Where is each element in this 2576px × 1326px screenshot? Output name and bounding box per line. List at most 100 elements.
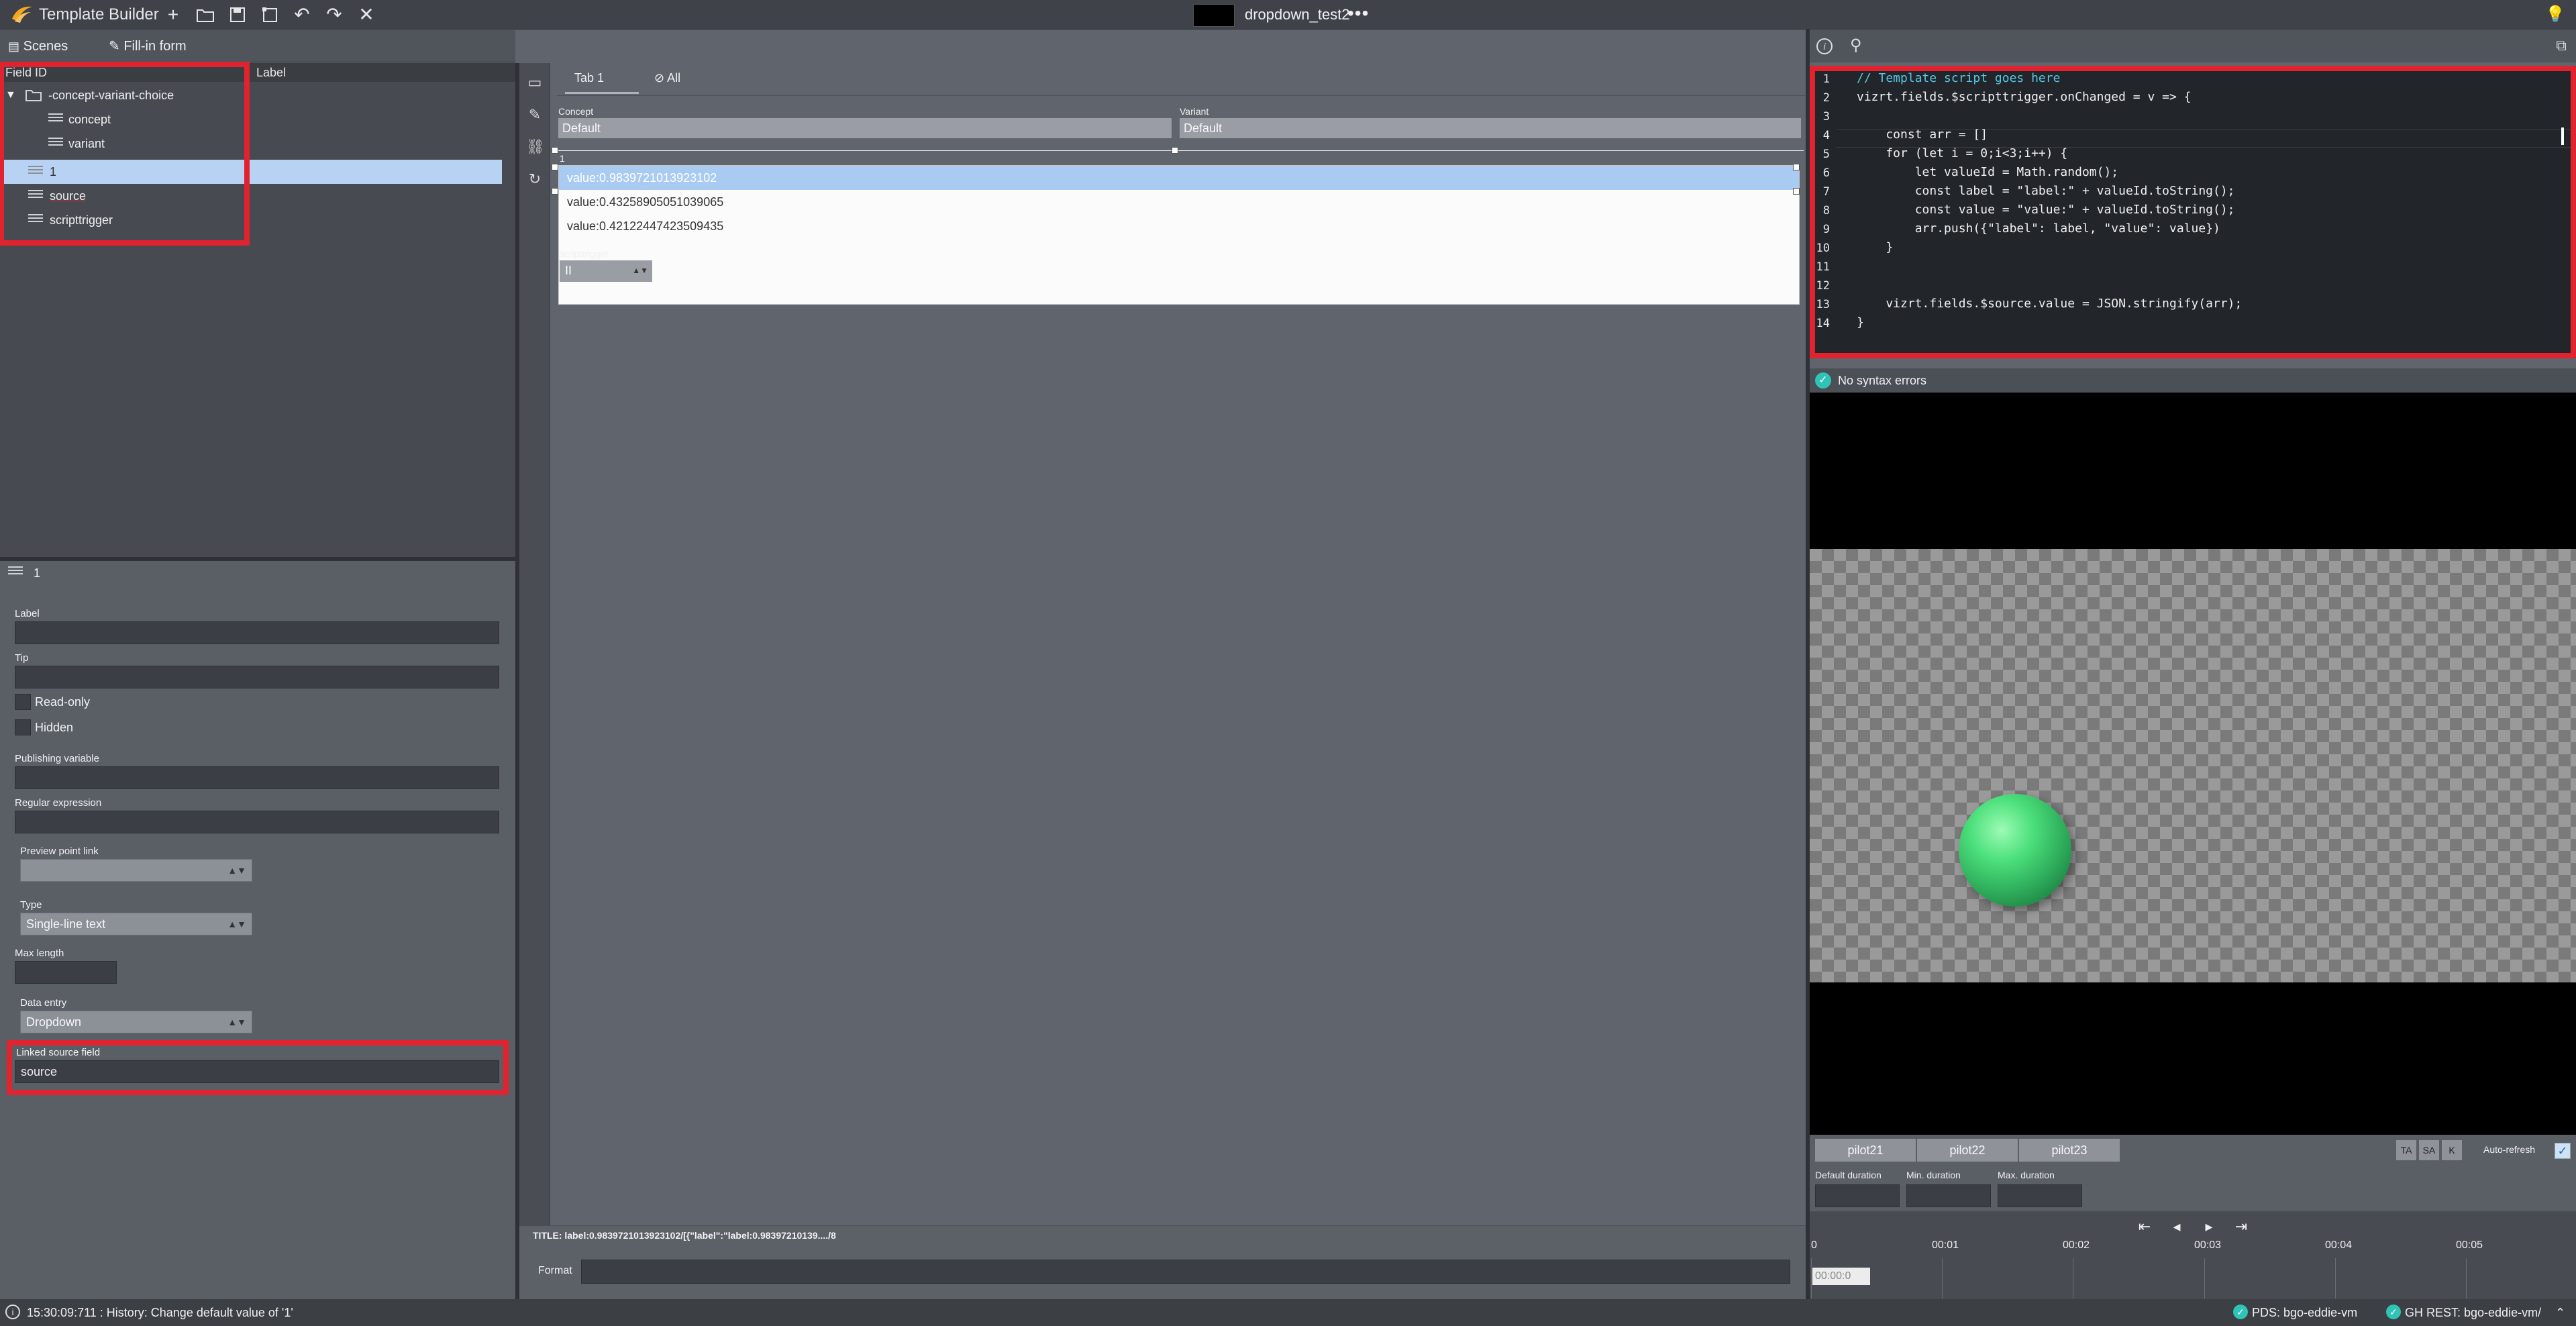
refresh-icon[interactable]: ↻ (526, 170, 544, 188)
scenes-button[interactable]: ▤ Scenes (8, 36, 68, 57)
check-icon: ✓ (1815, 372, 1831, 389)
readonly-checkbox[interactable] (15, 694, 31, 710)
script-editor[interactable]: 1 2 3 4 5 6 7 8 9 10 11 12 13 14 // Temp… (1810, 66, 2576, 358)
layout-icon[interactable]: ▭ (526, 74, 544, 91)
max-length-label: Max length (15, 948, 64, 959)
resize-handle[interactable] (552, 164, 558, 170)
max-duration-input[interactable] (1998, 1184, 2082, 1207)
play-icon[interactable]: ▸ (2198, 1217, 2220, 1237)
link-icon[interactable]: ⛓ (526, 138, 545, 156)
select-arrows-icon: ▲▼ (227, 865, 246, 876)
tab-1[interactable]: Tab 1 (565, 67, 639, 94)
resize-handle[interactable] (1172, 147, 1178, 154)
timeline-tick: 00:03 (2194, 1239, 2222, 1251)
timeline-gridline (2335, 1258, 2336, 1298)
form-tool-column: ▭ ✎ ⛓ ↻ (519, 63, 550, 1231)
tab-all[interactable]: ⊘ All (654, 67, 721, 94)
open-folder-icon[interactable] (193, 3, 217, 27)
pilot-button[interactable]: pilot22 (1917, 1139, 2018, 1162)
select-arrows-icon: ▲▼ (227, 1017, 246, 1027)
scene-preview[interactable] (1810, 393, 2576, 1135)
default-duration-input[interactable] (1815, 1184, 1900, 1207)
pilot-button[interactable]: pilot23 (2019, 1139, 2120, 1162)
label-header[interactable]: Label (256, 63, 286, 82)
pilot-bar: pilot21 pilot22 pilot23 TA SA K Auto-ref… (1810, 1135, 2576, 1164)
info-icon[interactable]: i (5, 1305, 20, 1319)
eye-slash-icon: ⊘ (654, 71, 665, 85)
more-options-button[interactable]: ••• (1347, 3, 1369, 24)
type-value: Single-line text (26, 917, 106, 931)
hidden-label: Hidden (35, 721, 74, 734)
save-icon[interactable] (225, 3, 250, 27)
field-properties: 1 Label Tip Read-only Hidden Publishing … (0, 561, 515, 1299)
close-icon[interactable]: ✕ (354, 3, 378, 27)
status-bar: i 15:30:09:711 : History: Change default… (0, 1299, 2576, 1326)
lightbulb-icon[interactable]: 💡 (2543, 3, 2567, 27)
collapse-up-icon[interactable]: ⌃ (2555, 1305, 2565, 1321)
resize-handle[interactable] (552, 147, 558, 154)
fill-in-form-button[interactable]: ✎ Fill-in form (109, 36, 187, 57)
type-label: Type (20, 899, 42, 911)
data-entry-value: Dropdown (26, 1015, 82, 1029)
min-duration-input[interactable] (1906, 1184, 1991, 1207)
step-back-icon[interactable]: ◂ (2165, 1217, 2188, 1237)
type-select[interactable]: Single-line text ▲▼ (20, 913, 252, 935)
dropdown-list[interactable]: value:0.9839721013923102 value:0.4325890… (558, 165, 1800, 305)
concept-select[interactable]: Default (558, 118, 1172, 138)
preview-point-link-select[interactable]: ▲▼ (20, 859, 252, 882)
new-icon[interactable]: + (161, 3, 185, 27)
publishing-variable-input[interactable] (15, 766, 499, 789)
undo-icon[interactable]: ↶ (290, 3, 314, 27)
go-to-end-icon[interactable]: ⇥ (2230, 1217, 2253, 1237)
scripttrigger-select[interactable]: II ▲▼ (560, 260, 652, 282)
regular-expression-input[interactable] (15, 811, 499, 833)
linked-source-field-input[interactable]: source (15, 1060, 499, 1083)
check-icon: ✓ (2233, 1305, 2248, 1319)
variant-select[interactable]: Default (1180, 118, 1801, 138)
title-preview-line: TITLE: label:0.9839721013923102/[{"label… (533, 1230, 836, 1241)
pds-status[interactable]: PDS: bgo-eddie-vm (2252, 1305, 2357, 1321)
k-button[interactable]: K (2442, 1140, 2462, 1160)
label-input[interactable] (15, 621, 499, 644)
pilot-button[interactable]: pilot21 (1815, 1139, 1916, 1162)
redo-icon[interactable]: ↷ (322, 3, 346, 27)
hidden-checkbox[interactable] (15, 719, 31, 735)
resize-handle[interactable] (552, 188, 558, 195)
linked-source-field-label: Linked source field (16, 1047, 101, 1058)
auto-refresh-checkbox[interactable]: ✓ (2555, 1143, 2571, 1159)
properties-heading: 1 (34, 566, 41, 580)
scenes-label: Scenes (23, 39, 68, 54)
tip-input[interactable] (15, 666, 499, 688)
regular-expression-label: Regular expression (15, 797, 102, 809)
default-duration-label: Default duration (1815, 1170, 1882, 1180)
dropdown-option[interactable]: value:0.42122447423509435 (559, 214, 1799, 238)
document-title: dropdown_test2 (1245, 6, 1350, 23)
scene-thumbnail (1193, 4, 1235, 27)
timeline-tick: 00:04 (2325, 1239, 2353, 1251)
tab-all-label: All (667, 71, 681, 85)
edit-form-icon[interactable]: ✎ (526, 106, 544, 123)
timeline-gridline (1942, 1258, 1943, 1298)
format-input[interactable] (581, 1260, 1790, 1284)
resize-handle[interactable] (1793, 164, 1800, 170)
current-time-field[interactable]: 00:00:0 (1812, 1268, 1870, 1285)
max-duration-label: Max. duration (1998, 1170, 2055, 1180)
sa-button[interactable]: SA (2419, 1140, 2439, 1160)
info-icon[interactable]: i (1816, 38, 1833, 54)
resize-handle[interactable] (1793, 188, 1800, 195)
popout-icon[interactable]: ⧉ (2556, 37, 2567, 54)
ta-button[interactable]: TA (2396, 1140, 2416, 1160)
gh-rest-status[interactable]: GH REST: bgo-eddie-vm/ (2405, 1305, 2541, 1321)
search-icon[interactable]: ⚲ (1850, 36, 1862, 55)
max-length-input[interactable] (15, 961, 117, 984)
scenes-icon: ▤ (8, 40, 20, 53)
data-entry-select[interactable]: Dropdown ▲▼ (20, 1011, 252, 1033)
data-entry-label: Data entry (20, 997, 67, 1009)
dropdown-option[interactable]: value:0.9839721013923102 (559, 166, 1799, 190)
form-preview: Tab 1 ⊘ All Concept Default Variant Defa… (550, 63, 1806, 1231)
dropdown-option[interactable]: value:0.43258905051039065 (559, 190, 1799, 214)
go-to-start-icon[interactable]: ⇤ (2133, 1217, 2156, 1237)
save-as-icon[interactable] (258, 3, 282, 27)
field-1-bounds (556, 150, 1804, 151)
check-icon: ✓ (2386, 1305, 2401, 1319)
